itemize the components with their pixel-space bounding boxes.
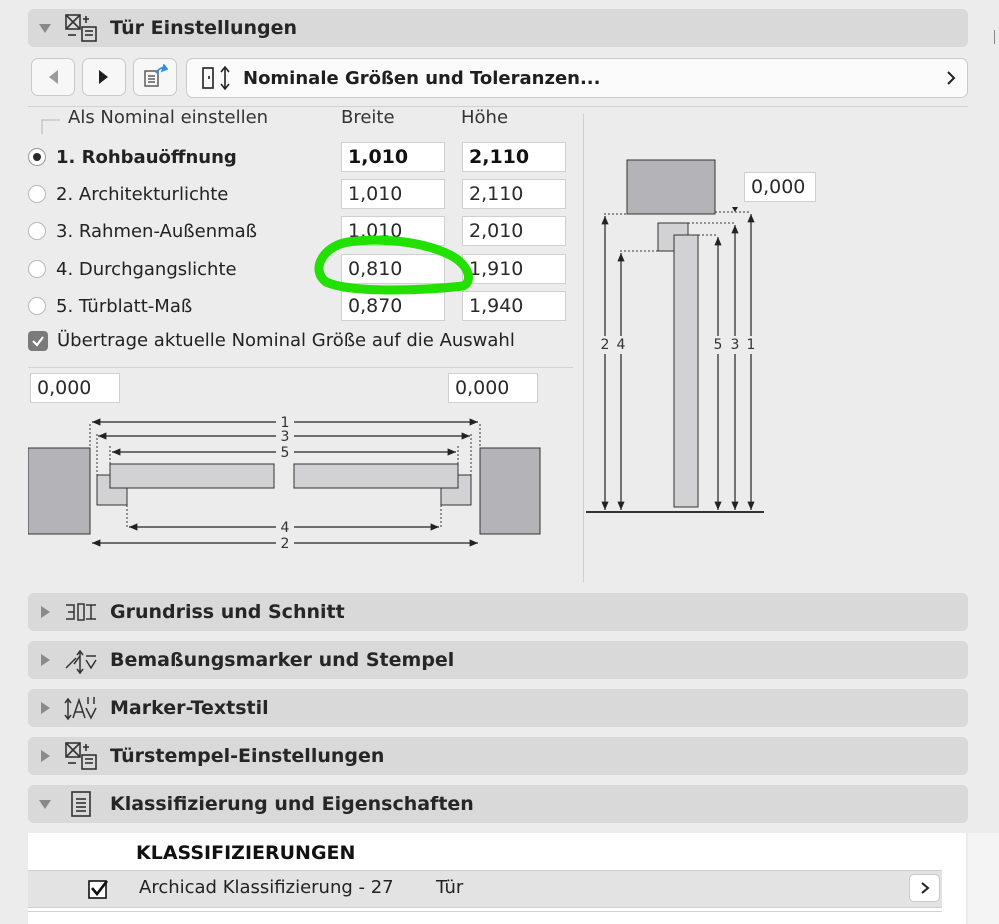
section-dim-label: 5	[714, 337, 723, 353]
classification-system: Archicad Klassifizierung - 27	[139, 877, 394, 898]
nominal-option-5[interactable]: 5. Türblatt-Maß	[28, 291, 192, 321]
nominal-option-2[interactable]: 2. Architekturlichte	[28, 179, 228, 209]
classification-heading: KLASSIFIZIERUNGEN	[136, 842, 356, 864]
section-view-diagram: 2 4 5 3 1	[586, 159, 764, 513]
transfer-nominal-checkbox-row[interactable]: Übertrage aktuelle Nominal Größe auf die…	[28, 330, 515, 351]
page-select-dropdown[interactable]: Nominale Größen und Toleranzen...	[186, 58, 968, 98]
disclosure-right-icon[interactable]	[38, 605, 52, 619]
panel-title: Bemaßungsmarker und Stempel	[110, 649, 455, 671]
nominal-option-label: 3. Rahmen-Außenmaß	[56, 220, 258, 242]
page-export-icon	[144, 64, 168, 87]
panel-header-door-stamp[interactable]: Türstempel-Einstellungen	[28, 737, 968, 775]
panel-title: Türstempel-Einstellungen	[110, 745, 385, 767]
disclosure-down-icon[interactable]	[38, 21, 52, 35]
tolerance-right-input[interactable]: 0,000	[448, 373, 538, 403]
width-value-1: 1,010	[341, 142, 445, 172]
wall-right	[479, 447, 541, 535]
panel-title: Grundriss und Schnitt	[110, 601, 345, 623]
section-dim-label: 2	[601, 337, 610, 353]
plan-dim-label: 5	[281, 445, 290, 461]
plan-dim-label: 4	[281, 520, 290, 536]
text-style-icon	[64, 693, 98, 723]
disclosure-right-icon[interactable]	[38, 749, 52, 763]
checkmark-icon	[32, 335, 44, 347]
height-column-header: Höhe	[461, 107, 509, 128]
panel-title: Tür Einstellungen	[110, 17, 298, 39]
panel-header-marker-textstyle[interactable]: Marker-Textstil	[28, 689, 968, 727]
classification-checkbox[interactable]	[88, 878, 110, 900]
lintel-wall	[626, 159, 716, 215]
page-select-title: Nominale Größen und Toleranzen...	[243, 67, 601, 89]
nominal-option-label: 4. Durchgangslichte	[56, 258, 237, 280]
classification-detail-button[interactable]	[909, 874, 940, 902]
radio-button[interactable]	[28, 260, 46, 278]
chevron-right-icon	[920, 882, 930, 894]
nominal-group-label: Als Nominal einstellen	[68, 107, 269, 128]
door-leaf-section	[673, 234, 699, 508]
panel-title: Marker-Textstil	[110, 697, 269, 719]
dimension-marker-icon	[64, 645, 98, 675]
disclosure-down-icon[interactable]	[38, 797, 52, 811]
chevron-right-icon	[945, 69, 957, 91]
classification-row[interactable]: Archicad Klassifizierung - 27 Tür	[28, 870, 942, 908]
prev-page-button[interactable]	[31, 58, 75, 96]
section-dim-label: 4	[617, 337, 626, 353]
radio-button[interactable]	[28, 222, 46, 240]
door-settings-icon	[64, 13, 98, 43]
panel-header-door-settings[interactable]: Tür Einstellungen	[28, 9, 968, 47]
highlight-annotation	[314, 235, 473, 295]
next-page-button[interactable]	[82, 58, 126, 96]
section-dim-label: 1	[747, 337, 756, 353]
door-leaf-left	[109, 463, 275, 489]
nominal-option-label: 1. Rohbauöffnung	[56, 146, 237, 168]
disclosure-right-icon[interactable]	[38, 701, 52, 715]
height-value-2: 2,110	[462, 179, 566, 209]
properties-document-icon	[64, 789, 98, 819]
width-value-2: 1,010	[341, 179, 445, 209]
page-favorites-button[interactable]	[133, 58, 177, 96]
height-value-1: 2,110	[462, 142, 566, 172]
arrow-right-icon	[99, 70, 108, 84]
section-dim-label: 3	[731, 337, 740, 353]
wall-left	[28, 447, 91, 535]
nominal-option-label: 5. Türblatt-Maß	[56, 295, 193, 317]
door-size-icon	[202, 65, 230, 91]
panel-title: Klassifizierung und Eigenschaften	[110, 793, 474, 815]
radio-button[interactable]	[28, 185, 46, 203]
disclosure-right-icon[interactable]	[38, 653, 52, 667]
nominal-option-4[interactable]: 4. Durchgangslichte	[28, 254, 237, 284]
floorplan-section-icon	[64, 597, 98, 627]
transfer-checkbox[interactable]	[28, 330, 48, 351]
scrollbar-track[interactable]	[968, 833, 999, 924]
nominal-option-label: 2. Architekturlichte	[56, 183, 229, 205]
plan-dim-label: 2	[281, 536, 290, 552]
nominal-option-1[interactable]: 1. Rohbauöffnung	[28, 142, 237, 172]
arrow-left-icon	[49, 70, 58, 84]
group-bracket-icon	[41, 119, 60, 134]
plan-view-diagram: 1 3 5 4 2	[28, 415, 541, 552]
plan-dim-label: 3	[281, 429, 290, 445]
tolerance-left-input[interactable]: 0,000	[30, 373, 120, 403]
nominal-option-3[interactable]: 3. Rahmen-Außenmaß	[28, 216, 257, 246]
radio-button[interactable]	[28, 148, 46, 166]
panel-header-floorplan[interactable]: Grundriss und Schnitt	[28, 593, 968, 631]
transfer-label: Übertrage aktuelle Nominal Größe auf die…	[57, 330, 515, 351]
radio-button[interactable]	[28, 297, 46, 315]
panel-header-dimension-markers[interactable]: Bemaßungsmarker und Stempel	[28, 641, 968, 679]
width-column-header: Breite	[341, 107, 395, 128]
door-stamp-icon	[64, 741, 98, 771]
panel-header-classification[interactable]: Klassifizierung und Eigenschaften	[28, 785, 968, 823]
classification-value: Tür	[436, 877, 464, 898]
door-leaf-right	[293, 463, 459, 489]
